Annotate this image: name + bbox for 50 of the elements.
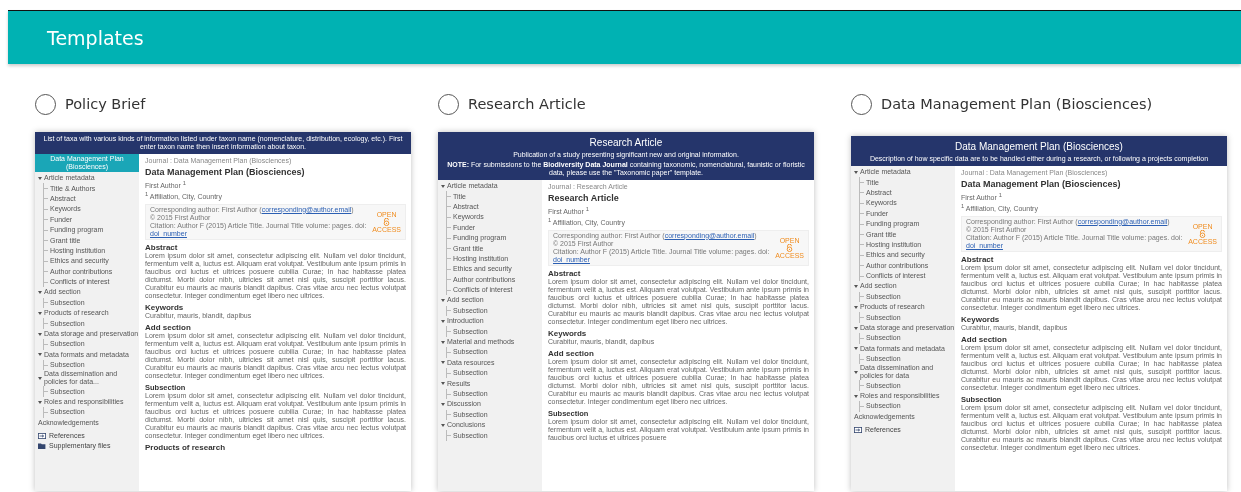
caret-icon[interactable] — [854, 285, 858, 288]
caret-icon[interactable] — [854, 326, 858, 330]
template-preview[interactable] — [851, 136, 1227, 491]
document-title: Data Management Plan (Biosciences) — [961, 179, 1122, 190]
screen-icon — [38, 433, 46, 439]
caret-icon[interactable] — [854, 305, 858, 309]
caret-icon[interactable] — [38, 291, 42, 294]
page-title: Templates — [47, 26, 144, 49]
screen-icon — [854, 427, 862, 433]
caret-icon[interactable] — [441, 340, 445, 344]
caret-icon[interactable] — [38, 332, 42, 336]
folder-icon — [38, 443, 46, 449]
banner-title: Research Article — [588, 136, 664, 150]
caret-icon[interactable] — [854, 170, 858, 174]
section-heading: Abstract — [548, 268, 582, 278]
radio-button[interactable] — [35, 93, 56, 115]
caret-icon[interactable] — [854, 347, 858, 351]
section-heading: Keywords — [548, 328, 588, 338]
caret-icon[interactable] — [38, 311, 42, 315]
caret-icon[interactable] — [38, 400, 42, 404]
document-title: Data Management Plan (Biosciences) — [145, 167, 306, 178]
section-heading: Keywords — [145, 302, 185, 312]
banner-title: Data Management Plan (Biosciences) — [954, 140, 1124, 154]
section-heading: Add section — [961, 334, 1008, 344]
radio-label[interactable]: Research Article — [468, 96, 586, 112]
caret-icon[interactable] — [441, 184, 445, 188]
section-heading: Add section — [548, 348, 595, 358]
section-heading: Add section — [145, 322, 192, 332]
caret-icon[interactable] — [441, 423, 445, 427]
caret-icon[interactable] — [441, 299, 445, 302]
caret-icon[interactable] — [38, 376, 42, 380]
section-heading: Abstract — [145, 242, 179, 252]
section-heading: Keywords — [961, 314, 1001, 324]
caret-icon[interactable] — [38, 176, 42, 180]
template-preview[interactable] — [35, 132, 411, 491]
caret-icon[interactable] — [441, 361, 445, 365]
radio-label[interactable]: Data Management Plan (Biosciences) — [881, 96, 1153, 112]
template-preview[interactable] — [438, 132, 814, 491]
caret-icon[interactable] — [441, 319, 445, 323]
caret-icon[interactable] — [441, 402, 445, 406]
radio-label[interactable]: Policy Brief — [65, 96, 146, 112]
section-heading: Abstract — [961, 254, 995, 264]
document-title: Research Article — [548, 193, 620, 204]
caret-icon[interactable] — [854, 370, 858, 374]
caret-icon[interactable] — [854, 394, 858, 398]
caret-icon[interactable] — [441, 382, 445, 386]
radio-button[interactable] — [851, 93, 872, 115]
radio-button[interactable] — [438, 93, 459, 115]
caret-icon[interactable] — [38, 353, 42, 357]
section-heading: Products of research — [145, 442, 227, 452]
